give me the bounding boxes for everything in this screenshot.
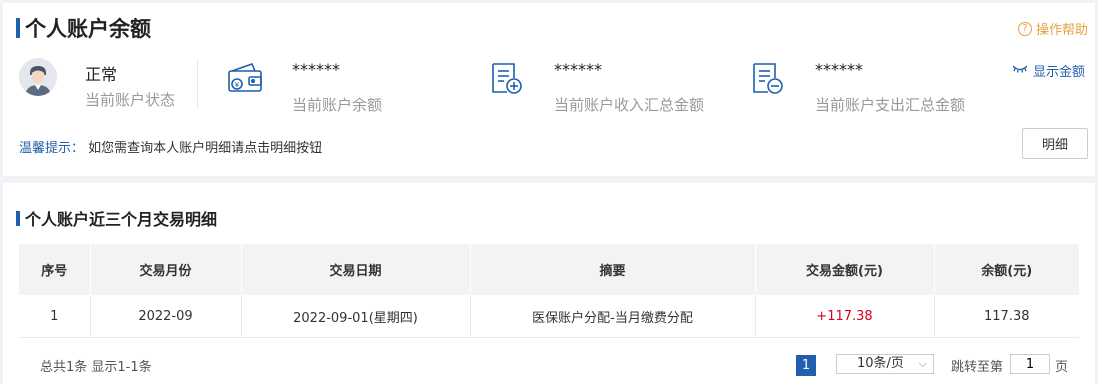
balance-value: ****** (292, 60, 340, 79)
question-circle-icon: ? (1017, 21, 1032, 36)
cell-month: 2022-09 (90, 295, 242, 338)
jump-page-input[interactable] (1010, 354, 1050, 374)
column-header-month: 交易月份 (90, 244, 242, 295)
income-total-label: 当前账户收入汇总金额 (554, 96, 705, 114)
page-size-select[interactable]: 10条/页 ⌵ (836, 354, 934, 374)
divider (197, 60, 198, 108)
tip-message: 温馨提示： 如您需查询本人账户明细请点击明细按钮 (19, 137, 322, 156)
wallet-icon: ¥ (227, 62, 263, 98)
transactions-table: 序号 交易月份 交易日期 摘要 交易金额(元) 余额(元) 1 2022-09 … (19, 244, 1079, 338)
pagination-summary: 总共1条 显示1-1条 (40, 360, 152, 375)
column-header-amount: 交易金额(元) (755, 244, 935, 295)
page-size-value: 10条/页 (857, 356, 904, 371)
help-link[interactable]: ? 操作帮助 (1017, 19, 1088, 38)
cell-amount: +117.38 (755, 295, 935, 338)
svg-text:¥: ¥ (235, 81, 240, 89)
balance-title-text: 个人账户余额 (25, 17, 151, 41)
jump-suffix: 页 (1055, 360, 1069, 375)
show-amount-toggle[interactable]: 显示金额 (1012, 61, 1085, 80)
column-header-summary: 摘要 (470, 244, 756, 295)
title-accent-bar (16, 18, 20, 38)
avatar-icon (19, 58, 57, 96)
detail-button[interactable]: 明细 (1022, 128, 1088, 159)
column-header-date: 交易日期 (241, 244, 471, 295)
transactions-section-title: 个人账户近三个月交易明细 (16, 206, 217, 230)
cell-balance: 117.38 (934, 295, 1079, 338)
tip-text: 如您需查询本人账户明细请点击明细按钮 (88, 141, 323, 156)
column-header-balance: 余额(元) (934, 244, 1079, 295)
show-amount-label: 显示金额 (1033, 65, 1086, 80)
balance-section-title: 个人账户余额 (16, 13, 151, 43)
help-link-label: 操作帮助 (1035, 23, 1088, 38)
page-number-button[interactable]: 1 (796, 355, 816, 376)
income-total-value: ****** (554, 60, 602, 79)
expense-total-value: ****** (815, 60, 863, 79)
account-status-label: 当前账户状态 (85, 91, 176, 109)
income-document-icon (490, 62, 524, 100)
jump-prefix: 跳转至第 (951, 360, 1004, 375)
tip-label: 温馨提示： (19, 141, 85, 156)
table-row: 1 2022-09 2022-09-01(星期四) 医保账户分配-当月缴费分配 … (19, 295, 1079, 338)
table-header-row: 序号 交易月份 交易日期 摘要 交易金额(元) 余额(元) (19, 244, 1079, 295)
expense-total-label: 当前账户支出汇总金额 (815, 96, 966, 114)
chevron-down-icon: ⌵ (918, 357, 927, 370)
account-status-value: 正常 (85, 65, 118, 84)
cell-no: 1 (19, 295, 91, 338)
cell-summary: 医保账户分配-当月缴费分配 (470, 295, 756, 338)
title-accent-bar (16, 210, 20, 226)
expense-document-icon (751, 62, 785, 100)
cell-date: 2022-09-01(星期四) (241, 295, 471, 338)
column-header-no: 序号 (19, 244, 91, 295)
transactions-title-text: 个人账户近三个月交易明细 (25, 210, 218, 229)
eye-closed-icon (1012, 63, 1028, 78)
balance-label: 当前账户余额 (292, 96, 383, 114)
